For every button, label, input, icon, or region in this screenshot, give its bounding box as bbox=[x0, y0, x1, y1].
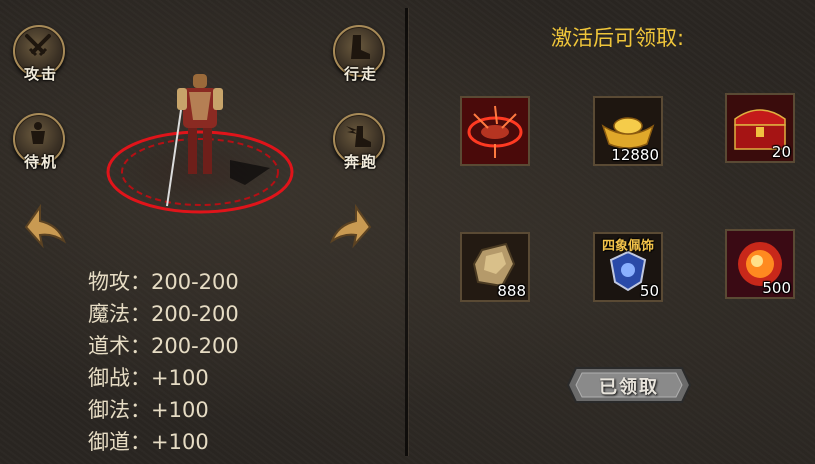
walk-label: 行走 bbox=[343, 65, 378, 83]
character-preview bbox=[106, 74, 294, 214]
reward-quantity: 50 bbox=[639, 282, 659, 300]
reward-quantity: 20 bbox=[771, 143, 791, 161]
attack-label: 攻击 bbox=[23, 65, 58, 83]
reward-quantity: 12880 bbox=[611, 146, 659, 164]
reward-slot[interactable]: 四象佩饰 50 bbox=[593, 232, 663, 302]
claimed-button[interactable]: 已领取 bbox=[566, 360, 692, 410]
claimed-label: 已领取 bbox=[599, 377, 659, 398]
run-button[interactable]: 奔跑 bbox=[333, 113, 385, 171]
rotate-right-arrow-icon[interactable] bbox=[328, 203, 374, 249]
stat-magic: 魔法：200-200 bbox=[88, 302, 239, 326]
reward-slot[interactable]: 888 bbox=[460, 232, 530, 302]
reward-slot[interactable] bbox=[460, 96, 530, 166]
idle-label: 待机 bbox=[23, 153, 58, 171]
rewards-title: 激活后可领取: bbox=[551, 26, 685, 50]
idle-button[interactable]: 待机 bbox=[13, 113, 65, 171]
stat-warrior-defense: 御战：+100 bbox=[88, 366, 209, 390]
attack-button[interactable]: 攻击 bbox=[13, 25, 65, 83]
stat-magic-defense: 御法：+100 bbox=[88, 398, 209, 422]
reward-quantity: 888 bbox=[497, 282, 526, 300]
reward-item-title: 四象佩饰 bbox=[601, 239, 654, 254]
reward-slot[interactable]: 12880 bbox=[593, 96, 663, 166]
run-label: 奔跑 bbox=[343, 153, 378, 171]
reward-quantity: 500 bbox=[762, 279, 791, 297]
panel-divider bbox=[405, 8, 408, 456]
reward-slot[interactable]: 500 bbox=[725, 229, 795, 299]
stat-physical-attack: 物攻：200-200 bbox=[88, 270, 239, 294]
boot-icon bbox=[351, 35, 370, 59]
crossed-swords-icon bbox=[25, 34, 51, 57]
winged-boot-icon bbox=[346, 126, 371, 147]
stats-list: 物攻：200-200 魔法：200-200 道术：200-200 御战：+100… bbox=[88, 266, 239, 458]
body-icon bbox=[31, 122, 45, 144]
walk-button[interactable]: 行走 bbox=[333, 25, 385, 83]
rotate-left-arrow-icon[interactable] bbox=[22, 203, 68, 249]
stat-taoism: 道术：200-200 bbox=[88, 334, 239, 358]
stat-taoist-defense: 御道：+100 bbox=[88, 430, 209, 454]
reward-slot[interactable]: 20 bbox=[725, 93, 795, 163]
red-magic-ring-icon bbox=[462, 98, 528, 164]
